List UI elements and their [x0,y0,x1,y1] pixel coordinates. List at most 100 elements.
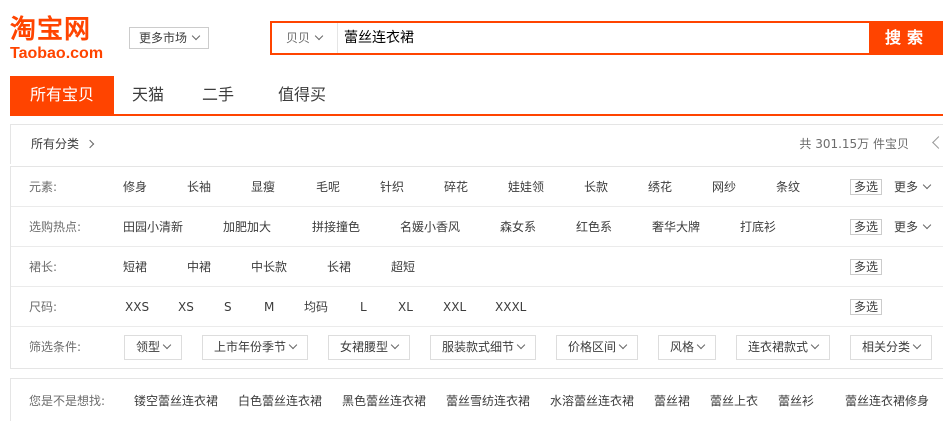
more-market-dropdown[interactable]: 更多市场 [129,27,209,49]
all-categories-link[interactable]: 所有分类 [31,125,95,163]
suggestion-link[interactable]: 蕾丝雪纺连衣裙 [446,379,530,423]
dropdown-label: 女裙腰型 [339,340,388,354]
suggestion-link[interactable]: 镂空蕾丝连衣裙 [134,379,218,423]
chevron-down-icon [810,340,820,350]
filter-value[interactable]: XXL [443,287,466,327]
category-header: 所有分类 共 301.15万 件宝贝 [10,124,943,164]
logo-domain: Taobao.com [10,45,104,62]
collapse-arrow-icon[interactable] [932,136,943,149]
filter-value[interactable]: XXS [125,287,149,327]
suggestion-link[interactable]: 蕾丝连衣裙修身 [845,379,929,423]
filter-value[interactable]: 长裙 [327,247,351,287]
filter-label: 选购热点: [29,220,82,234]
chevron-down-icon [191,31,201,41]
suggestion-link[interactable]: 白色蕾丝连衣裙 [238,379,322,423]
dropdown-label: 风格 [669,340,694,354]
tab-tmall[interactable]: 天猫 [120,76,176,114]
dropdown-label: 领型 [135,340,160,354]
filter-row-size: 尺码: XXS XS S M 均码 L XL XXL XXXL 多选 [11,287,943,327]
filter-value[interactable]: 拼接撞色 [312,207,360,247]
filter-value[interactable]: 奢华大牌 [652,207,700,247]
chevron-down-icon [696,340,706,350]
filter-value[interactable]: 田园小清新 [123,207,183,247]
filter-value[interactable]: XS [178,287,194,327]
dropdown-style[interactable]: 风格 [658,335,716,360]
filter-value[interactable]: 加肥加大 [223,207,271,247]
filter-value[interactable]: 超短 [391,247,415,287]
dropdown-waist[interactable]: 女裙腰型 [328,335,410,360]
suggestion-link[interactable]: 蕾丝裙 [654,379,690,423]
filter-value[interactable]: 红色系 [576,207,612,247]
filter-value[interactable]: 名媛小香风 [400,207,460,247]
filter-value[interactable]: 中裙 [187,247,211,287]
suggestion-link[interactable]: 蕾丝衫 [778,379,814,423]
multi-select-button[interactable]: 多选 [850,299,882,315]
filter-value[interactable]: 碎花 [444,167,468,207]
dropdown-label: 上市年份季节 [213,340,286,354]
suggestion-link[interactable]: 黑色蕾丝连衣裙 [342,379,426,423]
filter-value[interactable]: 娃娃领 [508,167,544,207]
tab-bar: 所有宝贝 天猫 二手 值得买 [10,76,943,116]
dropdown-dress-style[interactable]: 连衣裙款式 [736,335,830,360]
more-label: 更多 [894,220,919,234]
dropdown-details[interactable]: 服装款式细节 [430,335,536,360]
filter-row-length: 裙长: 短裙 中裙 中长款 长裙 超短 多选 [11,247,943,287]
search-input[interactable] [344,23,844,53]
filter-value[interactable]: XL [398,287,413,327]
filter-value[interactable]: 显瘦 [251,167,275,207]
taobao-logo[interactable]: 淘宝网 Taobao.com [10,14,120,64]
tab-all-items[interactable]: 所有宝贝 [10,76,114,114]
more-button[interactable]: 更多 [894,167,932,207]
filter-value[interactable]: S [224,287,232,327]
logo-wordmark: 淘宝网 [10,15,92,45]
filter-label: 尺码: [29,300,58,314]
filter-row-element: 元素: 修身 长袖 显瘦 毛呢 针织 碎花 娃娃领 长款 绣花 网纱 条纹 多选… [11,167,943,207]
all-categories-label: 所有分类 [31,137,80,151]
filter-value[interactable]: 打底衫 [740,207,776,247]
filter-value[interactable]: 绣花 [648,167,672,207]
chevron-down-icon [922,180,932,190]
chevron-down-icon [162,340,172,350]
dropdown-label: 连衣裙款式 [747,340,808,354]
dropdown-related-category[interactable]: 相关分类 [850,335,932,360]
filter-value[interactable]: 修身 [123,167,147,207]
filter-value[interactable]: L [360,287,367,327]
filter-value[interactable]: 长袖 [187,167,211,207]
filter-value[interactable]: 针织 [380,167,404,207]
more-label: 更多 [894,180,919,194]
more-button[interactable]: 更多 [894,207,932,247]
dropdown-collar[interactable]: 领型 [124,335,182,360]
more-market-label: 更多市场 [139,31,188,45]
filter-value[interactable]: 网纱 [712,167,736,207]
dropdown-price-range[interactable]: 价格区间 [556,335,638,360]
filter-value[interactable]: 条纹 [776,167,800,207]
chevron-down-icon [618,340,628,350]
chevron-down-icon [288,340,298,350]
filter-label: 裙长: [29,260,58,274]
suggestion-link[interactable]: 水溶蕾丝连衣裙 [550,379,634,423]
total-count: 共 301.15万 件宝贝 [799,137,909,151]
chevron-right-icon [85,139,95,149]
chevron-down-icon [314,31,324,41]
filter-value[interactable]: 森女系 [500,207,536,247]
filter-value[interactable]: 毛呢 [316,167,340,207]
dropdown-label: 价格区间 [567,340,616,354]
multi-select-button[interactable]: 多选 [850,259,882,275]
filter-value[interactable]: 长款 [584,167,608,207]
tab-second-hand[interactable]: 二手 [190,76,246,114]
multi-select-button[interactable]: 多选 [850,219,882,235]
filter-panel: 元素: 修身 长袖 显瘦 毛呢 针织 碎花 娃娃领 长款 绣花 网纱 条纹 多选… [10,166,943,369]
search-type-label: 贝贝 [286,31,311,45]
filter-row-hot: 选购热点: 田园小清新 加肥加大 拼接撞色 名媛小香风 森女系 红色系 奢华大牌… [11,207,943,247]
filter-value[interactable]: 均码 [304,287,328,327]
filter-value[interactable]: 短裙 [123,247,147,287]
filter-value[interactable]: XXXL [495,287,526,327]
search-button[interactable]: 搜索 [871,21,943,55]
multi-select-button[interactable]: 多选 [850,179,882,195]
search-type-selector[interactable]: 贝贝 [272,23,338,53]
filter-value[interactable]: 中长款 [251,247,287,287]
dropdown-season[interactable]: 上市年份季节 [202,335,308,360]
tab-worth-buying[interactable]: 值得买 [266,76,338,114]
suggestion-link[interactable]: 蕾丝上衣 [710,379,758,423]
filter-value[interactable]: M [264,287,274,327]
